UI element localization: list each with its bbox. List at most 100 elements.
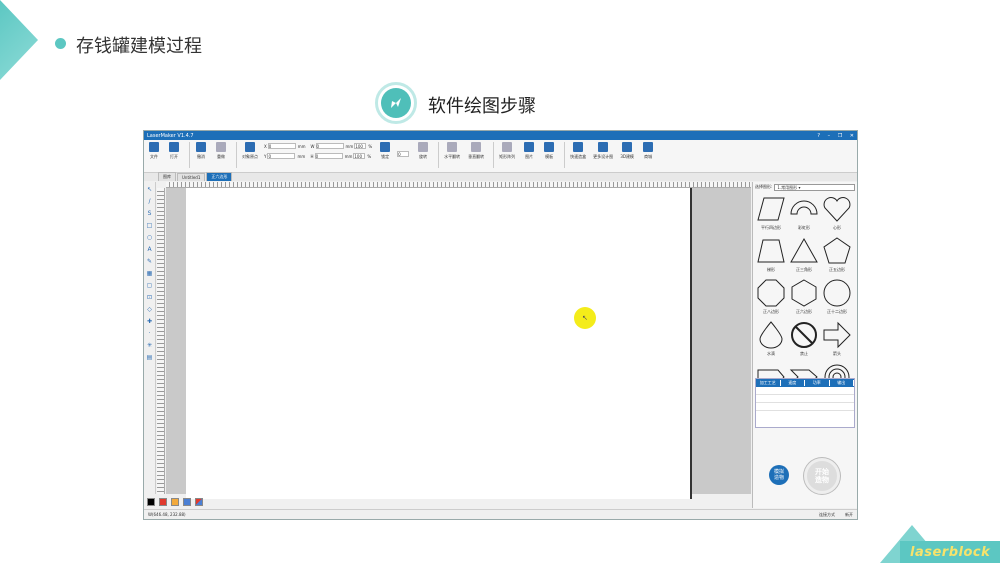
shape-spiral[interactable] [821, 362, 853, 378]
shape-hexagon[interactable]: 正六边形 [788, 278, 820, 320]
connection-mode[interactable]: 连接方式 [819, 512, 835, 518]
open-file-icon [169, 142, 179, 152]
node-tool-icon[interactable]: ⊡ [147, 295, 153, 301]
tab-untitled1[interactable]: Untitled1 [177, 173, 206, 181]
mirror-v-icon [471, 142, 482, 152]
table-row [756, 387, 854, 395]
tab-hexagon[interactable]: 正六边形 [206, 172, 233, 181]
shop-button[interactable]: 商城 [640, 142, 656, 160]
shape-arch[interactable]: 彩虹形 [788, 194, 820, 236]
frame-tool-icon[interactable]: ▢ [147, 283, 153, 289]
line-tool-icon[interactable]: / [147, 199, 153, 205]
title-bullet [55, 38, 66, 49]
simulate-button[interactable]: 模拟 造物 [769, 465, 789, 485]
redo-icon [216, 142, 226, 152]
more-design-button[interactable]: 更多设计图 [592, 142, 614, 160]
undo-button[interactable]: 撤消 [193, 142, 209, 160]
slide: 存钱罐建模过程 软件绘图步骤 LaserMaker V1.4.7 ? – ❐ ✕… [0, 0, 1000, 563]
quick-box-button[interactable]: 快速造盒 [568, 142, 588, 160]
lock-button[interactable]: 锁定 [377, 142, 393, 160]
toolbox-icon[interactable]: ▤ [147, 355, 153, 361]
light-tool-icon[interactable]: ✳ [147, 343, 153, 349]
box-icon [573, 142, 584, 152]
shape-chevron[interactable] [788, 362, 820, 378]
select-tool-icon[interactable]: ↖ [147, 187, 153, 193]
shape-arrow[interactable]: 箭头 [821, 320, 853, 362]
app-window: LaserMaker V1.4.7 ? – ❐ ✕ 文件 打开 撤消 重做 对象… [143, 130, 858, 520]
vertical-ruler [157, 188, 165, 494]
close-button[interactable]: ✕ [850, 133, 854, 139]
array-button[interactable]: 矩形阵列 [497, 142, 517, 160]
shape-category-select[interactable]: 1.常用图形 ▾ [774, 183, 855, 191]
ellipse-tool-icon[interactable]: ○ [147, 235, 153, 241]
3d-icon [622, 142, 633, 152]
grid-tool-icon[interactable]: ▦ [147, 271, 153, 277]
color-swatch-orange[interactable] [171, 498, 179, 506]
shape-dodecagon[interactable]: 正十二边形 [821, 278, 853, 320]
model-button[interactable]: 模板 [541, 142, 557, 160]
drawing-canvas[interactable]: ↖ [186, 188, 692, 499]
cube-icon [544, 142, 555, 152]
shape-select-label: 选择图形: [755, 184, 773, 189]
image-button[interactable]: 图片 [521, 142, 537, 160]
width-input[interactable]: 0 [315, 143, 344, 149]
status-bar: W(646.48, 232.88) 连接方式 新开 [144, 509, 857, 519]
color-swatch-black[interactable] [147, 498, 155, 506]
color-swatch-blue[interactable] [183, 498, 191, 506]
work-area: ↖ / S □ ○ A ✎ ▦ ▢ ⊡ ◇ ✚ · ✳ ▤ ↖ 选择图形: 1.… [144, 182, 857, 519]
shape-parallelogram[interactable]: 平行四边形 [755, 194, 787, 236]
table-row [756, 395, 854, 403]
new-status: 新开 [845, 511, 853, 517]
process-col-output: 输出 [830, 380, 854, 386]
window-title: LaserMaker V1.4.7 [147, 132, 194, 139]
process-col-speed: 速度 [781, 380, 805, 386]
rectangle-tool-icon[interactable]: □ [147, 223, 153, 229]
height-percent-input[interactable]: 100 [353, 153, 366, 159]
position-fields: X 0 mm Y 0 mm [264, 143, 306, 159]
width-percent-input[interactable]: 100 [354, 143, 367, 149]
left-toolbox: ↖ / S □ ○ A ✎ ▦ ▢ ⊡ ◇ ✚ · ✳ ▤ [144, 182, 156, 494]
mirror-vertical-button[interactable]: 垂直翻转 [466, 142, 486, 160]
help-button[interactable]: ? [817, 133, 820, 139]
shape-triangle[interactable]: 正三角形 [788, 236, 820, 278]
table-row [756, 403, 854, 411]
pen-tool-icon[interactable]: ✎ [147, 259, 153, 265]
rotate-button[interactable]: 旋转 [415, 142, 431, 160]
3d-model-button[interactable]: 3D建模 [618, 142, 636, 160]
brand-text: laserblock [910, 545, 991, 560]
document-tabs: 图库 Untitled1 正六边形 [144, 172, 857, 181]
eraser-tool-icon[interactable]: ◇ [147, 307, 153, 313]
redo-button[interactable]: 重做 [213, 142, 229, 160]
file-button[interactable]: 文件 [146, 142, 162, 160]
height-input[interactable]: 0 [314, 153, 343, 159]
color-swatch-more[interactable] [195, 498, 203, 506]
maximize-button[interactable]: ❐ [838, 133, 842, 139]
shape-forbidden[interactable]: 禁止 [788, 320, 820, 362]
shape-drop[interactable]: 水滴 [755, 320, 787, 362]
object-origin-button[interactable]: 对象原点 [240, 142, 260, 160]
shape-tag[interactable] [755, 362, 787, 378]
shape-library: 平行四边形 彩虹形 心形 梯形 正三角形 正五边形 正八边形 正六边形 正十二边… [753, 192, 857, 378]
shape-heart[interactable]: 心形 [821, 194, 853, 236]
right-panel: 选择图形: 1.常用图形 ▾ 平行四边形 彩虹形 心形 梯形 正三角形 正五边形… [752, 182, 857, 508]
open-button[interactable]: 打开 [166, 142, 182, 160]
text-tool-icon[interactable]: A [147, 247, 153, 253]
mirror-horizontal-button[interactable]: 水平翻转 [442, 142, 462, 160]
measure-tool-icon[interactable]: ✚ [147, 319, 153, 325]
brand-logo: laserblock [880, 523, 1000, 563]
x-input[interactable]: 0 [267, 143, 296, 149]
shape-pentagon[interactable]: 正五边形 [821, 236, 853, 278]
shape-octagon[interactable]: 正八边形 [755, 278, 787, 320]
curve-tool-icon[interactable]: S [147, 211, 153, 217]
cursor-highlight: ↖ [574, 307, 596, 329]
minimize-button[interactable]: – [828, 133, 831, 139]
pin-tool-icon[interactable]: · [147, 331, 153, 337]
shape-trapezoid[interactable]: 梯形 [755, 236, 787, 278]
color-swatch-red[interactable] [159, 498, 167, 506]
angle-input[interactable]: 0 [397, 151, 410, 157]
cursor-arrow-icon: ↖ [582, 314, 588, 322]
y-input[interactable]: 0 [267, 153, 296, 159]
tab-library[interactable]: 图库 [158, 172, 176, 181]
color-palette [147, 497, 207, 507]
start-button[interactable]: 开始 造物 [804, 458, 840, 494]
